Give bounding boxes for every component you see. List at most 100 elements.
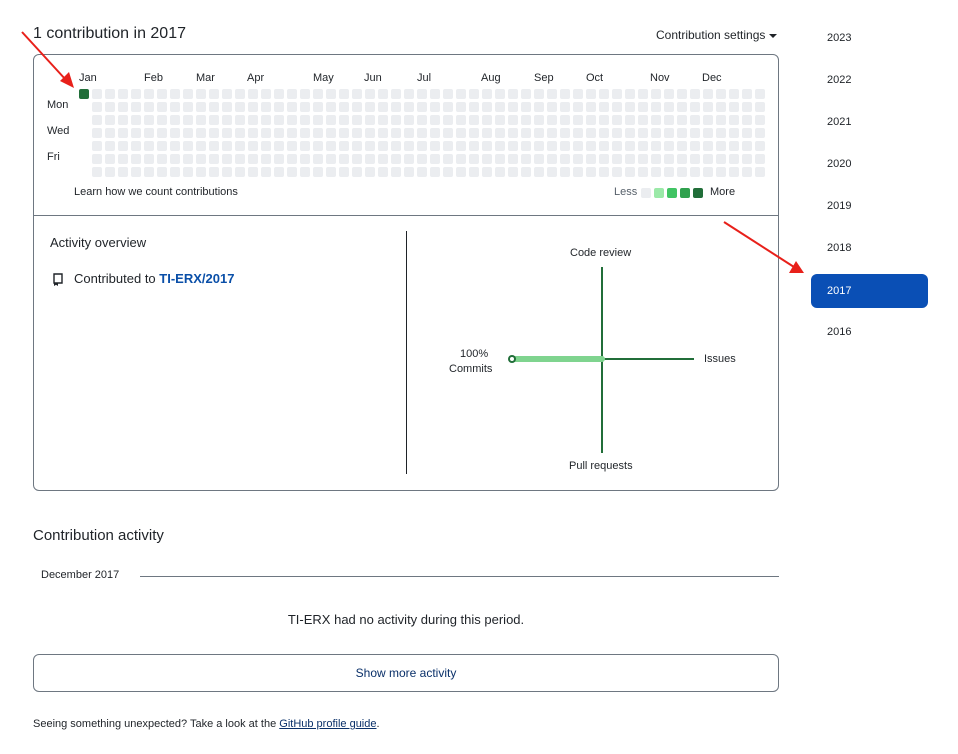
calendar-day-cell[interactable] xyxy=(196,115,206,125)
calendar-day-cell[interactable] xyxy=(729,115,739,125)
calendar-day-cell[interactable] xyxy=(625,89,635,99)
calendar-day-cell[interactable] xyxy=(729,128,739,138)
calendar-day-cell[interactable] xyxy=(170,154,180,164)
calendar-day-cell[interactable] xyxy=(391,102,401,112)
year-link-2018[interactable]: 2018 xyxy=(811,231,928,265)
calendar-day-cell[interactable] xyxy=(625,102,635,112)
calendar-day-cell[interactable] xyxy=(456,167,466,177)
calendar-day-cell[interactable] xyxy=(560,167,570,177)
calendar-day-cell[interactable] xyxy=(196,89,206,99)
calendar-day-cell[interactable] xyxy=(755,141,765,151)
calendar-day-cell[interactable] xyxy=(456,89,466,99)
calendar-day-cell[interactable] xyxy=(170,102,180,112)
calendar-day-cell[interactable] xyxy=(560,89,570,99)
calendar-day-cell[interactable] xyxy=(664,128,674,138)
calendar-day-cell[interactable] xyxy=(157,89,167,99)
calendar-day-cell[interactable] xyxy=(326,154,336,164)
calendar-day-cell[interactable] xyxy=(378,167,388,177)
calendar-day-cell[interactable] xyxy=(508,141,518,151)
calendar-day-cell[interactable] xyxy=(586,102,596,112)
calendar-day-cell[interactable] xyxy=(131,89,141,99)
calendar-day-cell[interactable] xyxy=(560,154,570,164)
calendar-day-cell[interactable] xyxy=(365,128,375,138)
calendar-day-cell[interactable] xyxy=(352,167,362,177)
calendar-day-cell[interactable] xyxy=(339,102,349,112)
calendar-day-cell[interactable] xyxy=(300,141,310,151)
contribution-settings-button[interactable]: Contribution settings xyxy=(656,28,778,42)
calendar-day-cell[interactable] xyxy=(625,128,635,138)
calendar-day-cell[interactable] xyxy=(274,141,284,151)
calendar-day-cell[interactable] xyxy=(599,154,609,164)
calendar-day-cell[interactable] xyxy=(118,128,128,138)
calendar-day-cell[interactable] xyxy=(495,115,505,125)
calendar-day-cell[interactable] xyxy=(313,89,323,99)
calendar-day-cell[interactable] xyxy=(443,128,453,138)
calendar-day-cell[interactable] xyxy=(248,89,258,99)
calendar-day-cell[interactable] xyxy=(443,154,453,164)
calendar-day-cell[interactable] xyxy=(378,89,388,99)
calendar-day-cell[interactable] xyxy=(495,154,505,164)
calendar-day-cell[interactable] xyxy=(144,89,154,99)
calendar-day-cell[interactable] xyxy=(521,167,531,177)
calendar-day-cell[interactable] xyxy=(690,102,700,112)
calendar-day-cell[interactable] xyxy=(638,154,648,164)
calendar-day-cell[interactable] xyxy=(482,154,492,164)
calendar-day-cell[interactable] xyxy=(183,89,193,99)
calendar-day-cell[interactable] xyxy=(651,128,661,138)
calendar-day-cell[interactable] xyxy=(586,89,596,99)
calendar-day-cell[interactable] xyxy=(573,128,583,138)
calendar-day-cell[interactable] xyxy=(352,89,362,99)
calendar-day-cell[interactable] xyxy=(313,128,323,138)
calendar-day-cell[interactable] xyxy=(261,141,271,151)
calendar-day-cell[interactable] xyxy=(300,154,310,164)
calendar-day-cell[interactable] xyxy=(105,102,115,112)
year-link-2023[interactable]: 2023 xyxy=(811,21,928,55)
calendar-day-cell[interactable] xyxy=(235,128,245,138)
calendar-day-cell[interactable] xyxy=(248,167,258,177)
calendar-day-cell[interactable] xyxy=(755,115,765,125)
calendar-day-cell[interactable] xyxy=(222,154,232,164)
calendar-day-cell[interactable] xyxy=(235,167,245,177)
calendar-day-cell[interactable] xyxy=(534,102,544,112)
calendar-day-cell[interactable] xyxy=(300,167,310,177)
calendar-day-cell[interactable] xyxy=(131,167,141,177)
calendar-day-cell[interactable] xyxy=(664,102,674,112)
calendar-day-cell[interactable] xyxy=(716,167,726,177)
calendar-day-cell[interactable] xyxy=(196,128,206,138)
calendar-day-cell[interactable] xyxy=(209,115,219,125)
calendar-day-cell[interactable] xyxy=(391,141,401,151)
calendar-day-cell[interactable] xyxy=(534,115,544,125)
calendar-day-cell[interactable] xyxy=(339,89,349,99)
calendar-day-cell[interactable] xyxy=(183,167,193,177)
calendar-day-cell[interactable] xyxy=(716,115,726,125)
repo-link[interactable]: TI-ERX/2017 xyxy=(159,271,234,286)
calendar-day-cell[interactable] xyxy=(495,89,505,99)
calendar-day-cell[interactable] xyxy=(92,141,102,151)
calendar-day-cell[interactable] xyxy=(365,167,375,177)
calendar-day-cell[interactable] xyxy=(508,102,518,112)
calendar-day-cell[interactable] xyxy=(677,154,687,164)
calendar-day-cell[interactable] xyxy=(495,167,505,177)
calendar-day-cell[interactable] xyxy=(716,141,726,151)
calendar-day-cell[interactable] xyxy=(144,141,154,151)
calendar-day-cell[interactable] xyxy=(209,141,219,151)
calendar-day-cell[interactable] xyxy=(729,154,739,164)
calendar-day-cell[interactable] xyxy=(456,102,466,112)
calendar-day-cell[interactable] xyxy=(534,89,544,99)
calendar-day-cell[interactable] xyxy=(612,141,622,151)
calendar-day-cell[interactable] xyxy=(196,167,206,177)
calendar-day-cell[interactable] xyxy=(131,141,141,151)
calendar-day-cell[interactable] xyxy=(313,102,323,112)
calendar-day-cell[interactable] xyxy=(417,89,427,99)
calendar-day-cell[interactable] xyxy=(690,154,700,164)
calendar-day-cell[interactable] xyxy=(326,167,336,177)
calendar-day-cell[interactable] xyxy=(222,167,232,177)
calendar-day-cell[interactable] xyxy=(313,154,323,164)
calendar-day-cell[interactable] xyxy=(521,154,531,164)
calendar-day-cell[interactable] xyxy=(755,102,765,112)
calendar-day-cell[interactable] xyxy=(79,89,89,99)
calendar-day-cell[interactable] xyxy=(742,128,752,138)
calendar-day-cell[interactable] xyxy=(222,141,232,151)
calendar-day-cell[interactable] xyxy=(521,128,531,138)
calendar-day-cell[interactable] xyxy=(534,154,544,164)
